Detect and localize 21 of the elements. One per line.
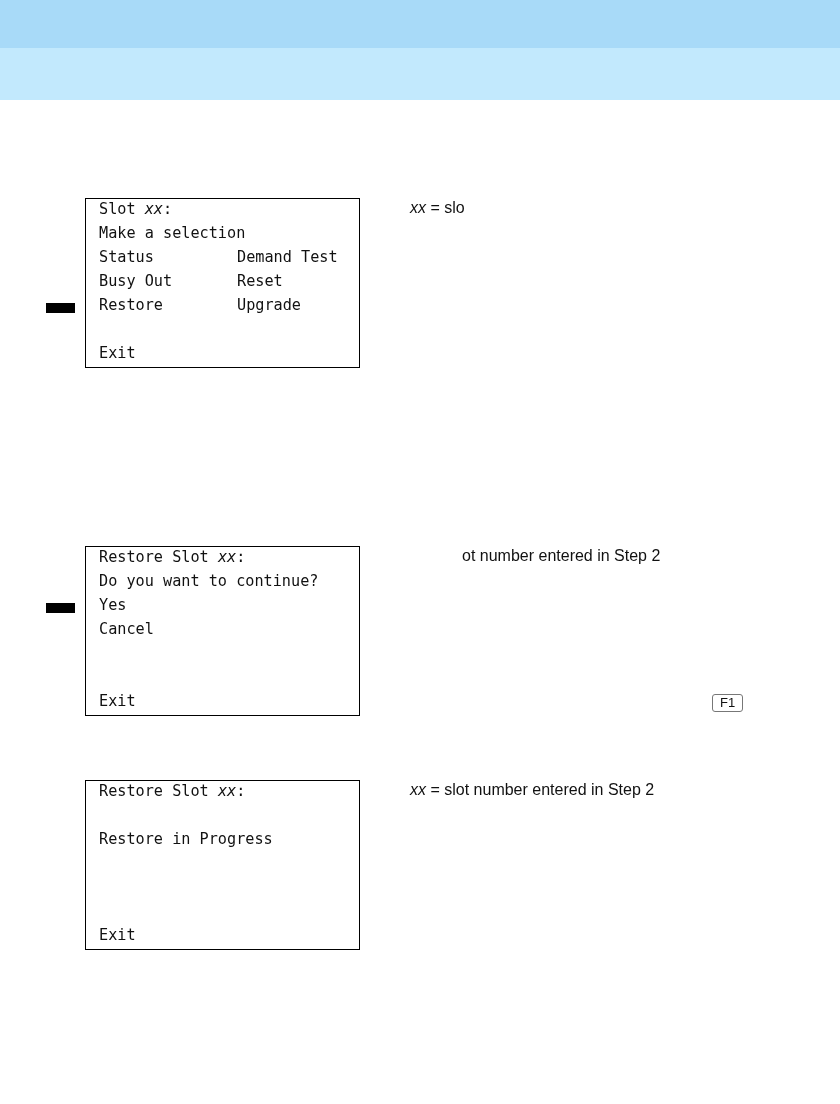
display-line: Exit: [99, 925, 136, 945]
display-line: Yes: [99, 595, 127, 615]
note-text: xx = slot number entered in Step 2: [410, 780, 655, 800]
menu-option: Restore: [99, 295, 163, 315]
menu-option: Reset: [237, 271, 283, 291]
menu-option: Upgrade: [237, 295, 301, 315]
display-line: Make a selection: [99, 223, 246, 243]
menu-option: Status: [99, 247, 154, 267]
display-line: Slot xx:: [99, 199, 173, 219]
menu-option: Demand Test: [237, 247, 338, 267]
display-line: Restore in Progress: [99, 829, 273, 849]
display-line: Exit: [99, 343, 136, 363]
menu-option: Busy Out: [99, 271, 173, 291]
display-line: Do you want to continue?: [99, 571, 319, 591]
display-line: Cancel: [99, 619, 154, 639]
display-line: Exit: [99, 691, 136, 711]
note-text: ot number entered in Step 2: [462, 546, 661, 566]
note-text: xx = slo: [410, 198, 465, 218]
display-line: Restore Slot xx:: [99, 547, 246, 567]
function-key: F1: [712, 694, 744, 712]
display-line: Restore Slot xx:: [99, 781, 246, 801]
